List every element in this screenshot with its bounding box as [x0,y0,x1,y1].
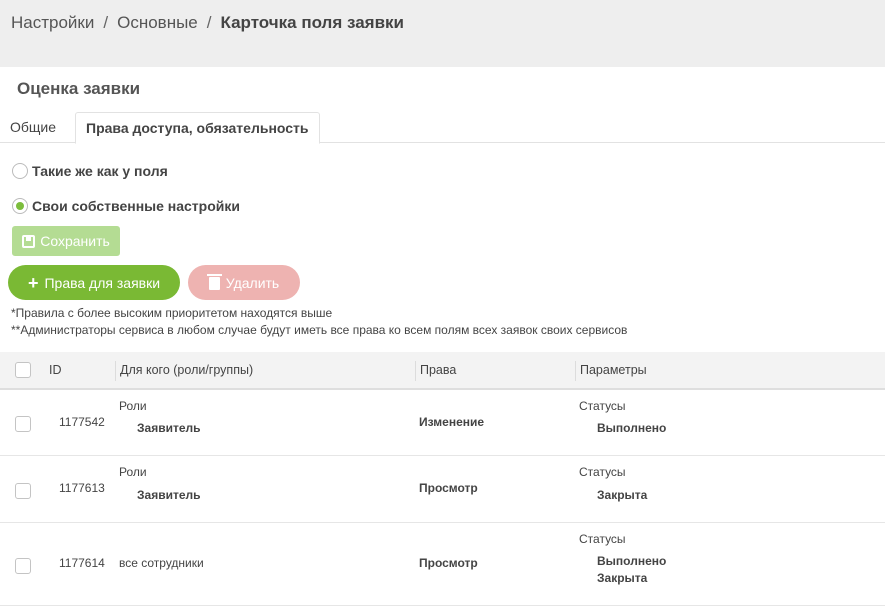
row-param-title: Статусы [579,532,626,546]
column-divider [575,361,576,381]
page-title: Оценка заявки [17,79,141,98]
floppy-disk-icon [22,234,36,248]
row-id: 1177613 [59,481,105,495]
row-id: 1177542 [59,415,105,429]
select-all-checkbox[interactable] [15,362,31,378]
save-button[interactable]: Сохранить [12,226,120,256]
radio-own-settings[interactable]: Свои собственные настройки [12,198,240,214]
row-param-value: Выполнено [597,554,667,568]
tab-access-rights[interactable]: Права доступа, обязательность [75,112,320,144]
row-checkbox[interactable] [15,483,31,499]
radio-label: Такие же как у поля [32,163,168,179]
note-admins: **Администраторы сервиса в любом случае … [11,323,628,337]
row-id: 1177614 [59,556,105,570]
table-row[interactable]: 1177542 Роли Заявитель Изменение Статусы… [0,390,885,456]
row-param-title: Статусы [579,399,626,413]
plus-icon: + [27,272,39,293]
row-rights: Просмотр [419,556,478,570]
radio-same-as-field[interactable]: Такие же как у поля [12,163,168,179]
row-who-title: все сотрудники [119,556,204,570]
row-rights: Просмотр [419,481,478,495]
breadcrumb-item-general[interactable]: Основные [117,13,198,32]
column-parameters[interactable]: Параметры [580,363,647,377]
column-divider [415,361,416,381]
row-who-title: Роли [119,399,147,413]
breadcrumb-bar: Настройки / Основные / Карточка поля заявки [0,0,885,67]
note-priority: *Правила с более высоким приоритетом нах… [11,306,333,320]
breadcrumb-item-settings[interactable]: Настройки [11,13,94,32]
add-rights-label: Права для заявки [44,274,161,291]
breadcrumb: Настройки / Основные / Карточка поля заявки [11,13,404,33]
save-button-label: Сохранить [40,233,110,249]
row-rights: Изменение [419,415,485,429]
table-row[interactable]: 1177613 Роли Заявитель Просмотр Статусы … [0,456,885,523]
breadcrumb-separator: / [206,13,212,32]
trash-icon [206,274,222,290]
row-param-value: Закрыта [597,488,648,502]
radio-button[interactable] [12,163,28,179]
table-header: ID Для кого (роли/группы) Права Параметр… [0,352,885,390]
row-param-title: Статусы [579,465,626,479]
delete-button[interactable]: Удалить [188,265,300,300]
column-who[interactable]: Для кого (роли/группы) [120,363,253,377]
breadcrumb-current: Карточка поля заявки [220,13,405,32]
add-rights-button[interactable]: + Права для заявки [8,265,180,300]
tab-general[interactable]: Общие [0,112,66,143]
row-who-value: Заявитель [137,421,201,435]
row-who-value: Заявитель [137,488,201,502]
delete-button-label: Удалить [225,274,280,291]
column-divider [115,361,116,381]
row-param-value: Выполнено [597,421,667,435]
row-checkbox[interactable] [15,416,31,432]
table-row[interactable]: 1177614 все сотрудники Просмотр Статусы … [0,523,885,606]
column-id[interactable]: ID [49,363,62,377]
tab-bar: Общие Права доступа, обязательность [0,112,885,144]
breadcrumb-separator: / [103,13,109,32]
column-rights[interactable]: Права [420,363,456,377]
radio-button-checked[interactable] [12,198,28,214]
radio-label: Свои собственные настройки [32,198,240,214]
row-who-title: Роли [119,465,147,479]
row-param-value: Закрыта [597,571,648,585]
row-checkbox[interactable] [15,558,31,574]
